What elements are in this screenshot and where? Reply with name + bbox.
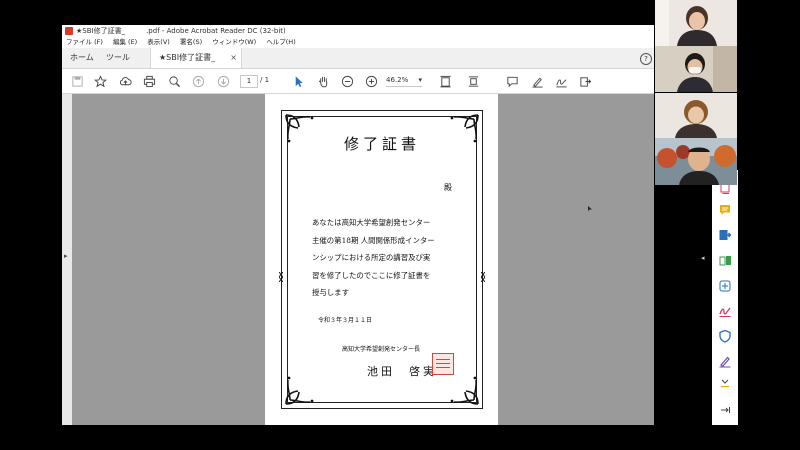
certificate-signatory: 池田 啓実 — [367, 365, 437, 378]
page-total: / 1 — [260, 76, 270, 84]
participant-avatar — [655, 46, 737, 92]
compress-icon[interactable] — [718, 278, 732, 292]
participant-avatar — [655, 93, 737, 138]
participant-avatar — [655, 138, 737, 185]
certificate-border: 修了証書 殿 あなたは高知大学希望創発センター 主催の第18期 人間関係形成イン… — [279, 110, 485, 409]
more-tools-icon[interactable] — [718, 374, 732, 388]
collapse-icon[interactable] — [718, 402, 732, 416]
menu-edit[interactable]: 編集 (E) — [113, 37, 137, 48]
certificate-honorific: 殿 — [444, 183, 452, 192]
tab-document[interactable]: ★SBI修了証書_ × — [150, 48, 242, 68]
official-seal-icon — [432, 353, 454, 375]
certificate-organization: 高知大学希望創発センター長 — [342, 346, 421, 353]
ornament-corner-icon — [285, 376, 314, 405]
participant-video-tile[interactable] — [655, 93, 737, 138]
ornament-side-icon — [481, 272, 485, 282]
window-title: ★SBI修了証書_ .pdf - Adobe Acrobat Reader DC… — [76, 27, 286, 35]
highlight-pen-icon[interactable] — [530, 74, 544, 88]
participant-avatar — [655, 0, 737, 46]
navigation-pane-toggle[interactable]: ▸ — [62, 94, 72, 425]
bookmark-star-icon[interactable] — [93, 74, 107, 88]
sign-icon[interactable] — [554, 74, 568, 88]
menu-view[interactable]: 表示(V) — [147, 37, 170, 48]
select-arrow-icon[interactable] — [291, 74, 305, 88]
tab-home[interactable]: ホーム — [70, 48, 94, 68]
tab-bar: ホーム ツール ★SBI修了証書_ × ? — [62, 48, 654, 69]
chevron-right-icon: ▸ — [64, 252, 68, 260]
document-viewer[interactable]: ▸ 修了証書 殿 あなたは高知大学希望創発センター 主催の第18期 人間関係形成… — [62, 94, 654, 425]
body-line: ンシップにおける所定の講習及び実 — [312, 253, 431, 262]
scroll-mode-icon[interactable] — [466, 74, 480, 88]
menu-sign[interactable]: 署名(S) — [180, 37, 202, 48]
tab-close-icon[interactable]: × — [230, 48, 237, 68]
pdf-page: 修了証書 殿 あなたは高知大学希望創発センター 主催の第18期 人間関係形成イン… — [265, 94, 498, 425]
protect-icon[interactable] — [718, 328, 732, 343]
print-icon[interactable] — [142, 74, 156, 88]
comment-icon[interactable] — [718, 202, 732, 216]
page-down-icon[interactable] — [216, 74, 230, 88]
page-up-icon[interactable] — [191, 74, 205, 88]
fit-page-icon[interactable] — [438, 74, 452, 88]
page-number-input[interactable]: 1 — [240, 75, 258, 88]
certificate-date: 令和３年３月１１日 — [318, 317, 373, 324]
zoom-out-icon[interactable] — [340, 74, 354, 88]
certificate-title: 修了証書 — [343, 135, 420, 153]
export-pdf-icon[interactable] — [718, 227, 732, 241]
share-icon[interactable] — [578, 74, 592, 88]
zoom-value: 46.2% — [386, 76, 409, 84]
acrobat-window: ★SBI修了証書_ .pdf - Adobe Acrobat Reader DC… — [62, 25, 654, 425]
participant-video-tile[interactable] — [655, 46, 737, 92]
save-icon[interactable] — [70, 74, 84, 88]
hand-icon[interactable] — [316, 74, 330, 88]
find-icon[interactable] — [167, 74, 181, 88]
tools-rail — [712, 170, 738, 425]
participant-video-tile[interactable] — [655, 0, 737, 46]
organize-pages-icon[interactable] — [718, 253, 732, 267]
body-line: あなたは高知大学希望創発センター — [312, 218, 431, 227]
chevron-down-icon: ▾ — [418, 76, 422, 84]
comment-icon[interactable] — [505, 74, 519, 88]
toolbar: 1 / 1 46.2% ▾ — [62, 69, 654, 94]
ornament-side-icon — [279, 272, 283, 282]
mouse-cursor-icon — [588, 206, 592, 211]
tab-tools[interactable]: ツール — [106, 48, 130, 68]
certificate-body: あなたは高知大学希望創発センター 主催の第18期 人間関係形成インター ンシップ… — [312, 214, 462, 302]
zoom-level-dropdown[interactable]: 46.2% ▾ — [386, 75, 422, 87]
tab-document-label: ★SBI修了証書_ — [159, 53, 216, 62]
zoom-in-icon[interactable] — [364, 74, 378, 88]
upload-cloud-icon[interactable] — [118, 74, 132, 88]
body-line: 主催の第18期 人間関係形成インター — [312, 235, 435, 245]
edit-icon[interactable] — [718, 353, 732, 368]
menu-window[interactable]: ウィンドウ(W) — [212, 37, 256, 48]
fill-sign-icon[interactable] — [718, 303, 732, 317]
menu-help[interactable]: ヘルプ(H) — [266, 37, 295, 48]
body-line: 授与します — [312, 288, 349, 297]
help-icon[interactable]: ? — [640, 53, 652, 65]
right-pane-toggle-icon[interactable]: ◂ — [701, 254, 705, 262]
menu-file[interactable]: ファイル (F) — [66, 37, 103, 48]
body-line: 習を修了したのでここに修了証書を — [312, 270, 431, 280]
acrobat-icon — [65, 27, 73, 35]
menu-bar: ファイル (F) 編集 (E) 表示(V) 署名(S) ウィンドウ(W) ヘルプ… — [62, 37, 654, 48]
ornament-corner-icon — [450, 376, 479, 405]
participant-video-tile[interactable] — [655, 138, 737, 185]
title-bar: ★SBI修了証書_ .pdf - Adobe Acrobat Reader DC… — [62, 25, 654, 37]
